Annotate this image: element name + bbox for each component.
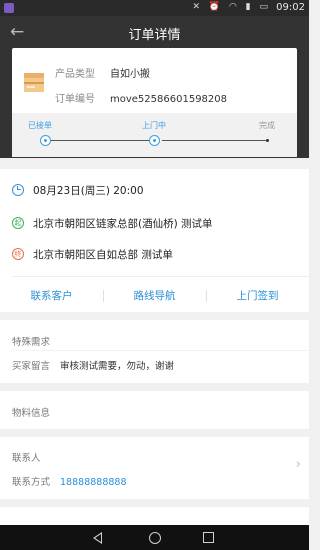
product-type-row: 产品类型 自如小搬: [55, 65, 150, 80]
step-label-accepted: 已接单: [28, 121, 52, 130]
product-type-label: 产品类型: [55, 69, 95, 80]
route-section: 08月23日(周三) 20:00 起 北京市朝阳区链家总部(酒仙桥) 测试单 终…: [0, 169, 309, 312]
recents-nav-icon[interactable]: [203, 532, 214, 543]
requirements-section: 特殊需求 买家留言 审核测试需要，勿动，谢谢: [0, 320, 309, 383]
route-navigation-button[interactable]: 路线导航: [103, 283, 206, 309]
checkin-button[interactable]: 上门签到: [206, 283, 309, 309]
step-dot-accepted: [40, 135, 51, 146]
system-navigation-bar: [0, 525, 309, 550]
buyer-note-row: 买家留言 审核测试需要，勿动，谢谢: [12, 358, 174, 372]
start-address: 北京市朝阳区链家总部(酒仙桥) 测试单: [33, 218, 213, 230]
order-card: 产品类型 自如小搬 订单编号 move52586601598208 已接单 上门中 …: [12, 48, 297, 157]
divider: [12, 350, 309, 351]
back-nav-icon[interactable]: [93, 532, 102, 544]
start-address-row: 起 北京市朝阳区链家总部(酒仙桥) 测试单: [0, 213, 309, 233]
contact-customer-button[interactable]: 联系客户: [0, 283, 103, 309]
schedule-time: 08月23日(周三) 20:00: [33, 185, 144, 197]
buyer-note-value: 审核测试需要，勿动，谢谢: [60, 361, 175, 372]
contact-method-row: 联系方式 18888888888: [12, 474, 127, 488]
progress-line: [162, 140, 266, 141]
divider: [12, 276, 309, 277]
contact-phone[interactable]: 18888888888: [60, 477, 127, 488]
chevron-right-icon: ›: [295, 457, 301, 472]
order-progress: 已接单 上门中 完成: [12, 113, 297, 157]
materials-title: 物料信息: [12, 408, 51, 419]
end-address-row: 终 北京市朝阳区自如总部 测试单: [0, 244, 309, 264]
step-dot-completed: [266, 139, 269, 142]
next-section: [0, 507, 309, 525]
package-icon: [24, 73, 44, 92]
contact-section[interactable]: 联系人 联系方式 18888888888 ›: [0, 437, 309, 499]
materials-section[interactable]: 物料信息: [0, 391, 309, 429]
home-nav-icon[interactable]: [149, 532, 161, 544]
contact-method-label: 联系方式: [12, 477, 51, 488]
start-point-icon: 起: [12, 217, 24, 229]
contact-person-label: 联系人: [12, 453, 41, 464]
step-label-on-the-way: 上门中: [142, 121, 166, 130]
order-number-value: move52586601598208: [110, 94, 228, 105]
end-address: 北京市朝阳区自如总部 测试单: [33, 249, 173, 261]
app-notification-icon: [4, 3, 14, 13]
requirements-title: 特殊需求: [12, 337, 51, 348]
end-point-icon: 终: [12, 248, 24, 260]
step-dot-on-the-way: [149, 135, 160, 146]
clock-icon: [12, 184, 24, 196]
status-icons: ✕ ⏰ ◠ ▮ ▭: [192, 2, 271, 12]
order-number-row: 订单编号 move52586601598208: [55, 90, 227, 105]
status-bar: ✕ ⏰ ◠ ▮ ▭ 09:02: [0, 0, 309, 16]
order-number-label: 订单编号: [55, 94, 95, 105]
schedule-row: 08月23日(周三) 20:00: [0, 180, 309, 200]
buyer-note-label: 买家留言: [12, 361, 51, 372]
product-type-value: 自如小搬: [110, 69, 150, 80]
progress-line: [50, 140, 149, 141]
step-label-completed: 完成: [259, 121, 275, 130]
page-title: 订单详情: [128, 28, 181, 43]
action-bar: 联系客户 路线导航 上门签到: [0, 283, 309, 309]
status-time: 09:02: [276, 2, 305, 13]
